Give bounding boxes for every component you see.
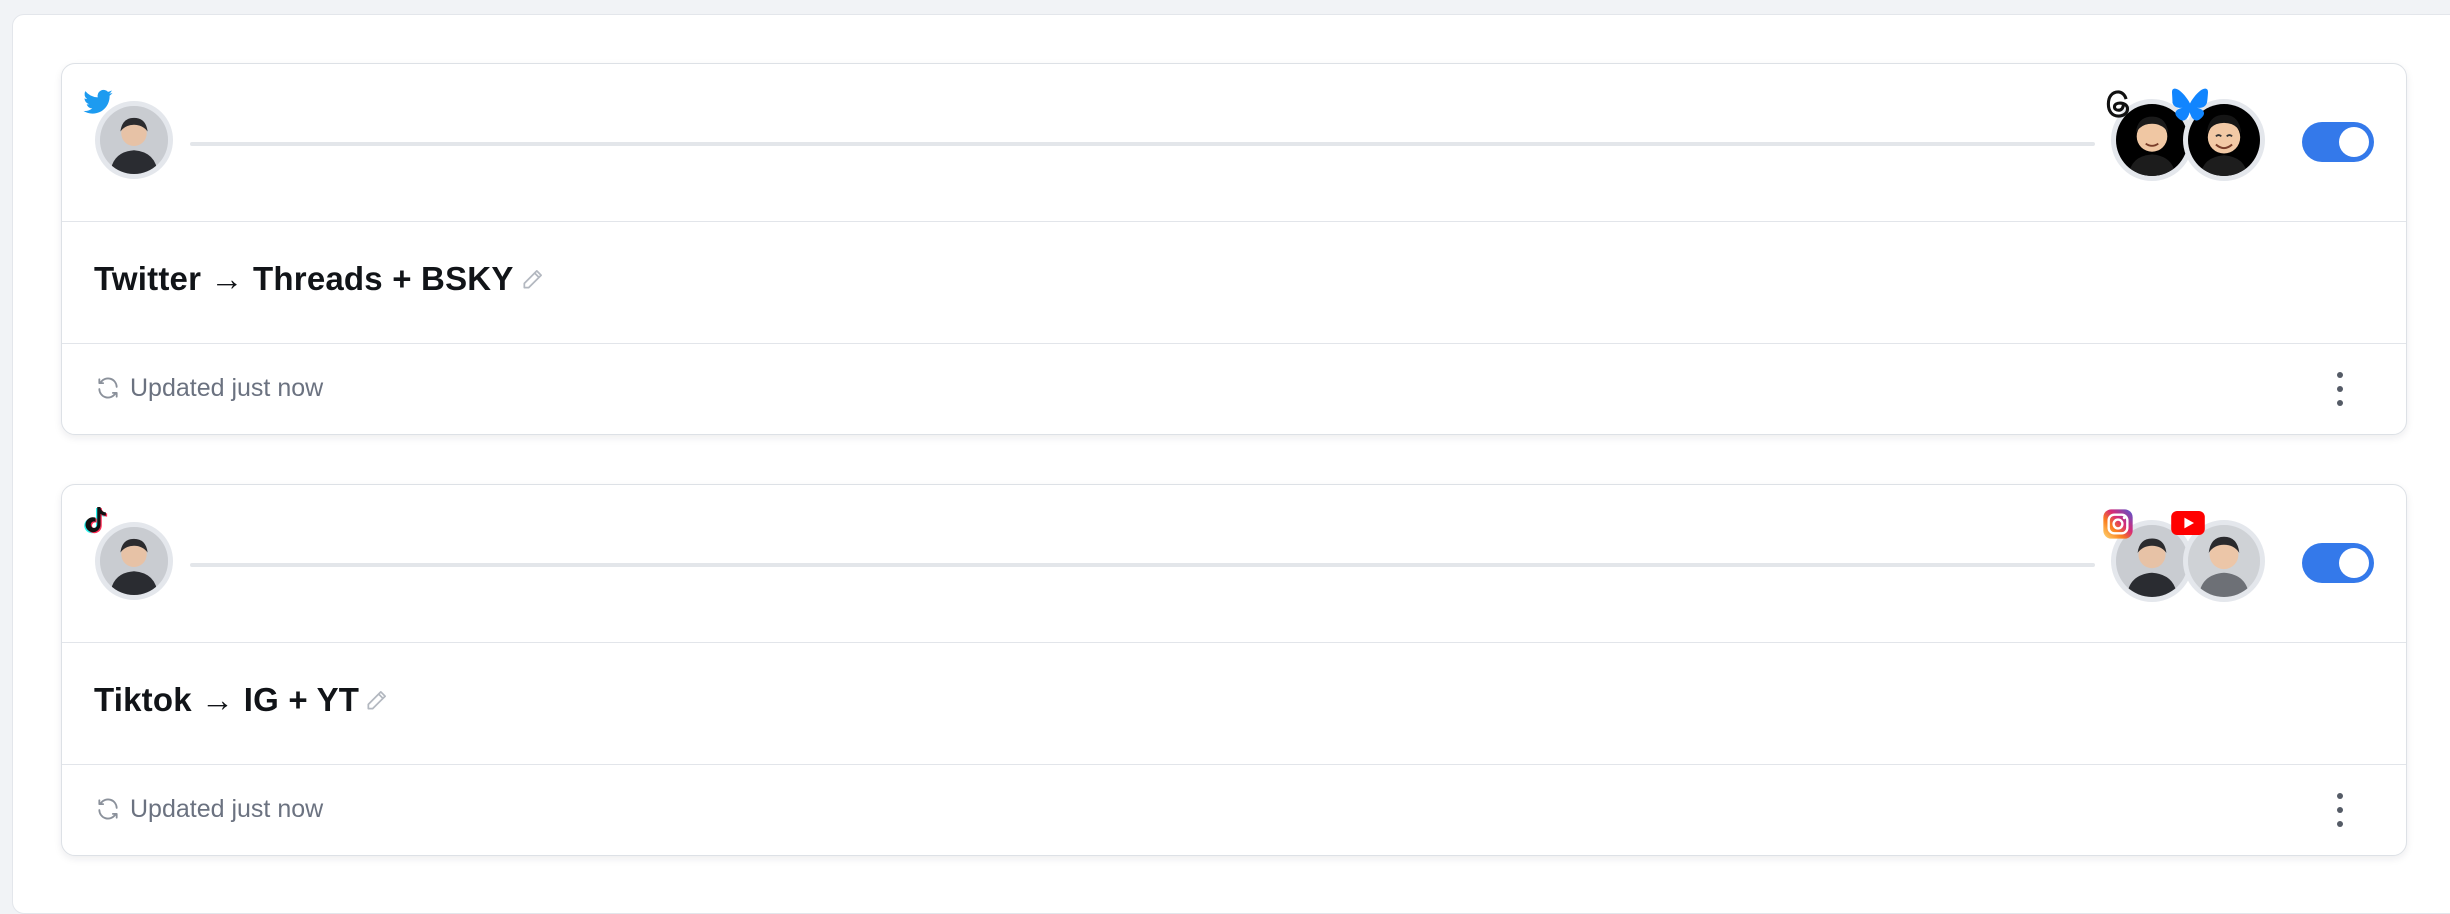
status-text: Updated just now [130, 795, 324, 823]
pencil-icon[interactable] [520, 266, 546, 292]
flow-connector-line [190, 563, 2095, 567]
toggle-knob [2339, 127, 2369, 157]
more-options-button[interactable] [2328, 366, 2352, 412]
tiktok-icon [84, 505, 114, 539]
flow-enabled-toggle[interactable] [2302, 543, 2374, 583]
flow-footer-row: Updated just now [62, 344, 2406, 436]
flow-card: Tiktok → IG + YT Updated just now [61, 484, 2407, 856]
flow-enabled-toggle[interactable] [2302, 122, 2374, 162]
refresh-icon [95, 375, 121, 401]
flow-title: Twitter → Threads + BSKY [94, 260, 514, 297]
flow-title-row: Tiktok → IG + YT [62, 643, 2406, 765]
refresh-icon [95, 796, 121, 822]
instagram-icon [2102, 508, 2134, 540]
more-options-button[interactable] [2328, 787, 2352, 833]
status-text: Updated just now [130, 374, 324, 402]
flow-title: Tiktok → IG + YT [94, 681, 360, 718]
toggle-knob [2339, 548, 2369, 578]
flow-title-row: Twitter → Threads + BSKY [62, 222, 2406, 344]
youtube-icon [2171, 511, 2205, 535]
pencil-icon[interactable] [364, 687, 390, 713]
flow-connection-row [62, 485, 2406, 643]
flow-connector-line [190, 142, 2095, 146]
flow-footer-row: Updated just now [62, 765, 2406, 857]
twitter-icon [82, 86, 114, 118]
flow-card: Twitter → Threads + BSKY Updated just no… [61, 63, 2407, 435]
bluesky-icon [2172, 88, 2208, 122]
flow-connection-row [62, 64, 2406, 222]
threads-icon [2102, 87, 2136, 121]
